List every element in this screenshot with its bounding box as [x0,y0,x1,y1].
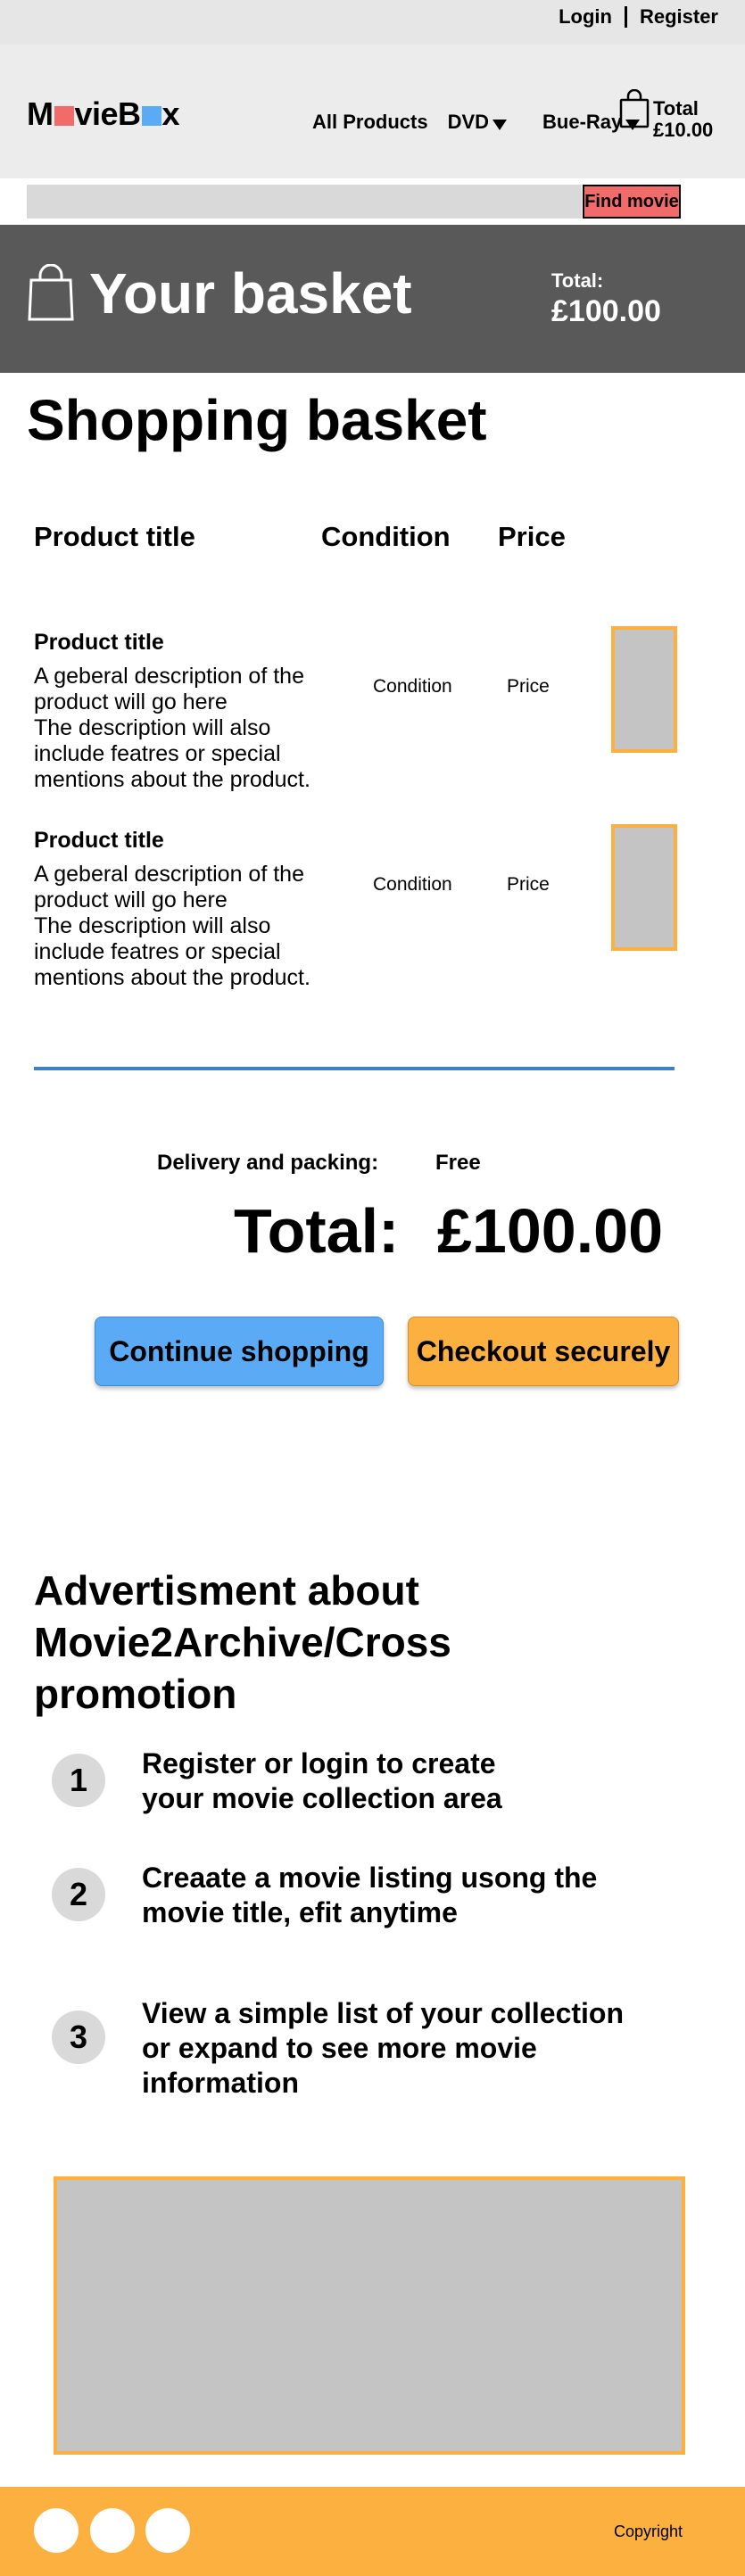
description-line: include featres or special [34,741,281,766]
step-text-line: Creaate a movie listing usong the [142,1862,598,1894]
step-text: Register or login to create your movie c… [142,1746,642,1816]
column-header-product: Product title [34,521,195,552]
product-price: Price [507,874,550,895]
logo-text-1: M [27,95,54,132]
auth-separator [624,6,627,28]
product-condition: Condition [373,676,452,697]
shopping-bag-icon [619,89,650,128]
product-description: A geberal description of the product wil… [34,862,337,991]
advert-title-line: Movie2Archive/Cross [34,1619,451,1665]
product-description: A geberal description of the product wil… [34,664,337,793]
total-label: Total: [234,1196,400,1266]
auth-links: Login Register [559,5,718,29]
product-title[interactable]: Product title [34,630,164,656]
nav-label: DVD [447,111,490,133]
site-logo[interactable]: M vieB x [27,95,180,133]
description-line: product will go here [34,888,228,912]
logo-text-3: x [161,95,180,132]
banner-title: Your basket [89,261,412,326]
product-price: Price [507,676,550,697]
copyright-text: Copyright [614,2522,683,2540]
nav-all-products[interactable]: All Products [312,111,428,134]
nav-label: Bue-Ray [542,111,623,133]
banner-total-value: £100.00 [551,294,661,328]
step-number: 2 [52,1868,105,1921]
logo-square-blue [141,106,161,126]
cart-widget[interactable]: Total £10.00 [619,89,713,141]
site-header: M vieB x All Products DVD Bue-Ray Total … [0,45,745,178]
advert-title-line: promotion [34,1671,237,1717]
cart-total-label: Total [653,97,699,120]
column-header-condition: Condition [321,521,451,552]
product-title[interactable]: Product title [34,828,164,854]
nav-dvd[interactable]: DVD [447,111,508,134]
top-bar: Login Register [0,0,745,45]
step-number: 1 [52,1754,105,1807]
delivery-label: Delivery and packing: [157,1151,379,1175]
product-image[interactable] [611,626,677,753]
main-nav: All Products DVD Bue-Ray [312,111,659,134]
step-text-line: your movie collection area [142,1782,502,1814]
step-text-line: movie title, efit anytime [142,1896,458,1928]
caret-down-icon [493,120,508,130]
checkout-securely-button[interactable]: Checkout securely [408,1317,679,1386]
step-text-line: information [142,2067,299,2099]
logo-square-red [54,106,74,126]
product-image[interactable] [611,824,677,951]
section-divider [34,1067,675,1070]
step-text-line: View a simple list of your collection [142,1997,624,2029]
register-link[interactable]: Register [640,5,718,29]
description-line: mentions about the product. [34,965,310,990]
description-line: A geberal description of the [34,664,304,689]
search-input[interactable] [27,185,582,219]
social-icon[interactable] [145,2508,190,2553]
continue-shopping-button[interactable]: Continue shopping [95,1317,384,1386]
cart-total: Total £10.00 [653,98,713,141]
banner-total-label: Total: [551,269,604,292]
step-text-line: Register or login to create [142,1747,496,1779]
basket-banner: Your basket Total: £100.00 [0,225,745,373]
description-line: The description will also [34,913,271,938]
description-line: mentions about the product. [34,767,310,792]
cart-total-value: £10.00 [653,119,714,141]
step-text-line: or expand to see more movie [142,2032,537,2064]
description-line: The description will also [34,715,271,740]
description-line: A geberal description of the [34,862,304,887]
login-link[interactable]: Login [559,5,612,29]
total-value: £100.00 [437,1196,664,1266]
social-icon[interactable] [34,2508,79,2553]
description-line: include featres or special [34,939,281,964]
description-line: product will go here [34,689,228,714]
advert-image[interactable] [54,2176,685,2455]
step-text: View a simple list of your collection or… [142,1996,642,2101]
product-condition: Condition [373,874,452,895]
column-header-price: Price [498,521,566,552]
shopping-bag-icon [28,264,74,321]
step-text: Creaate a movie listing usong the movie … [142,1861,642,1930]
delivery-value: Free [435,1151,481,1175]
nav-label: All Products [312,111,428,133]
site-footer: Copyright [0,2487,745,2576]
social-icon[interactable] [90,2508,135,2553]
advert-title: Advertisment about Movie2Archive/Cross p… [34,1565,534,1720]
advert-title-line: Advertisment about [34,1567,419,1614]
logo-text-2: vieB [74,95,142,132]
find-movie-button[interactable]: Find movie [583,185,681,219]
page-title: Shopping basket [27,388,487,452]
step-number: 3 [52,2010,105,2064]
